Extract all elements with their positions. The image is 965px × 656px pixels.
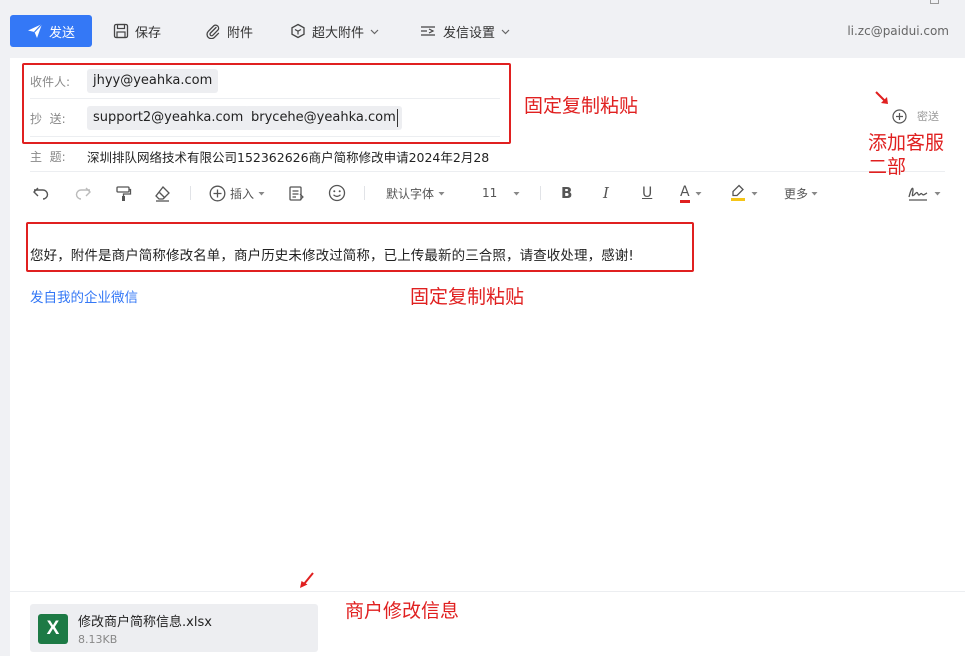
redo-icon <box>75 187 91 200</box>
big-attach-label: 超大附件 <box>312 25 365 41</box>
highlighter-icon <box>731 184 745 201</box>
save-label: 保存 <box>135 25 162 41</box>
toolbar-separator <box>190 186 191 200</box>
attachment-card[interactable]: X 修改商户简称信息.xlsx 8.13KB <box>30 604 318 652</box>
font-size-select[interactable]: 11 <box>482 182 520 204</box>
bold-button[interactable]: B <box>561 182 572 204</box>
more-label: 更多 <box>784 186 809 201</box>
font-family-select[interactable]: 默认字体 <box>386 182 445 204</box>
attach-button[interactable]: 附件 <box>205 15 253 47</box>
compose-area: 收件人: jhyy@yeahka.com 抄 送: support2@yeahk… <box>10 58 965 656</box>
smiley-icon <box>328 184 346 202</box>
subject-input[interactable]: 深圳排队网络技术有限公司152362626商户简称修改申请2024年2月28 <box>87 147 489 166</box>
redo-button[interactable] <box>74 182 92 204</box>
bcc-toggle[interactable]: 密送 <box>892 108 939 124</box>
caret-down-icon <box>258 191 265 195</box>
undo-icon <box>33 187 49 200</box>
excel-file-icon: X <box>38 614 68 644</box>
highlight-button[interactable] <box>730 182 758 204</box>
annotation-arrow-icon <box>875 91 888 104</box>
more-menu[interactable]: 更多 <box>784 182 818 204</box>
paper-plane-icon <box>27 23 43 38</box>
annotation-body-note: 固定复制粘贴 <box>410 286 525 308</box>
send-label: 发送 <box>48 25 75 41</box>
clear-format-button[interactable] <box>154 182 171 204</box>
eraser-icon <box>155 185 170 202</box>
send-settings-button[interactable]: 发信设置 <box>420 15 510 47</box>
insert-label: 插入 <box>230 186 255 201</box>
attachment-divider <box>10 591 965 592</box>
attach-label: 附件 <box>227 25 254 41</box>
compose-toolbar: 发送 保存 附件 超大附件 发信设置 li.zc@paidui.com <box>0 0 965 58</box>
font-size-label: 11 <box>482 186 498 200</box>
caret-down-icon <box>438 191 445 195</box>
attachment-size: 8.13KB <box>78 633 118 646</box>
caret-down-icon <box>695 191 702 195</box>
paperclip-icon <box>206 24 220 39</box>
annotation-box-recipients <box>22 63 511 144</box>
italic-button[interactable]: I <box>603 182 609 204</box>
format-painter-button[interactable] <box>115 182 132 204</box>
chevron-down-icon <box>370 29 379 34</box>
subject-divider <box>30 171 945 172</box>
send-button[interactable]: 发送 <box>10 15 92 47</box>
caret-down-icon <box>751 191 758 195</box>
plus-circle-icon <box>892 108 907 124</box>
caret-down-icon <box>513 191 520 195</box>
undo-button[interactable] <box>32 182 50 204</box>
send-settings-label: 发信设置 <box>443 25 496 41</box>
subject-label: 主 题: <box>30 150 66 164</box>
window-control[interactable] <box>930 0 939 4</box>
toolbar-separator <box>540 186 541 200</box>
insert-list-button[interactable] <box>288 182 305 204</box>
bcc-label: 密送 <box>917 110 939 123</box>
font-color-button[interactable]: A <box>680 182 702 204</box>
chevron-down-icon <box>501 29 510 34</box>
font-color-label: A <box>680 184 690 203</box>
attachment-name: 修改商户简称信息.xlsx <box>78 615 212 630</box>
caret-down-icon <box>811 191 818 195</box>
list-icon <box>289 185 304 201</box>
signature-icon <box>908 187 928 201</box>
save-button[interactable]: 保存 <box>113 15 161 47</box>
plus-circle-icon <box>209 185 226 201</box>
caret-down-icon <box>934 191 941 195</box>
paint-brush-icon <box>116 185 132 201</box>
signature-button[interactable] <box>907 182 941 204</box>
insert-menu[interactable]: 插入 <box>209 182 265 204</box>
account-email: li.zc@paidui.com <box>847 24 949 38</box>
annotation-arrow-icon <box>300 572 314 588</box>
font-family-label: 默认字体 <box>386 186 435 201</box>
toolbar-separator <box>364 186 365 200</box>
settings-sliders-icon <box>421 26 435 36</box>
annotation-attachment-note: 商户修改信息 <box>345 600 460 622</box>
cube-icon <box>291 23 305 39</box>
annotation-box-body <box>26 222 694 272</box>
emoji-button[interactable] <box>328 182 346 204</box>
annotation-bcc-note: 添加客服 二部 <box>868 132 945 178</box>
annotation-header-note: 固定复制粘贴 <box>524 95 639 117</box>
signature-link[interactable]: 发自我的企业微信 <box>30 286 138 306</box>
floppy-icon <box>113 23 129 39</box>
underline-button[interactable]: U <box>642 182 652 204</box>
big-attach-button[interactable]: 超大附件 <box>290 15 379 47</box>
